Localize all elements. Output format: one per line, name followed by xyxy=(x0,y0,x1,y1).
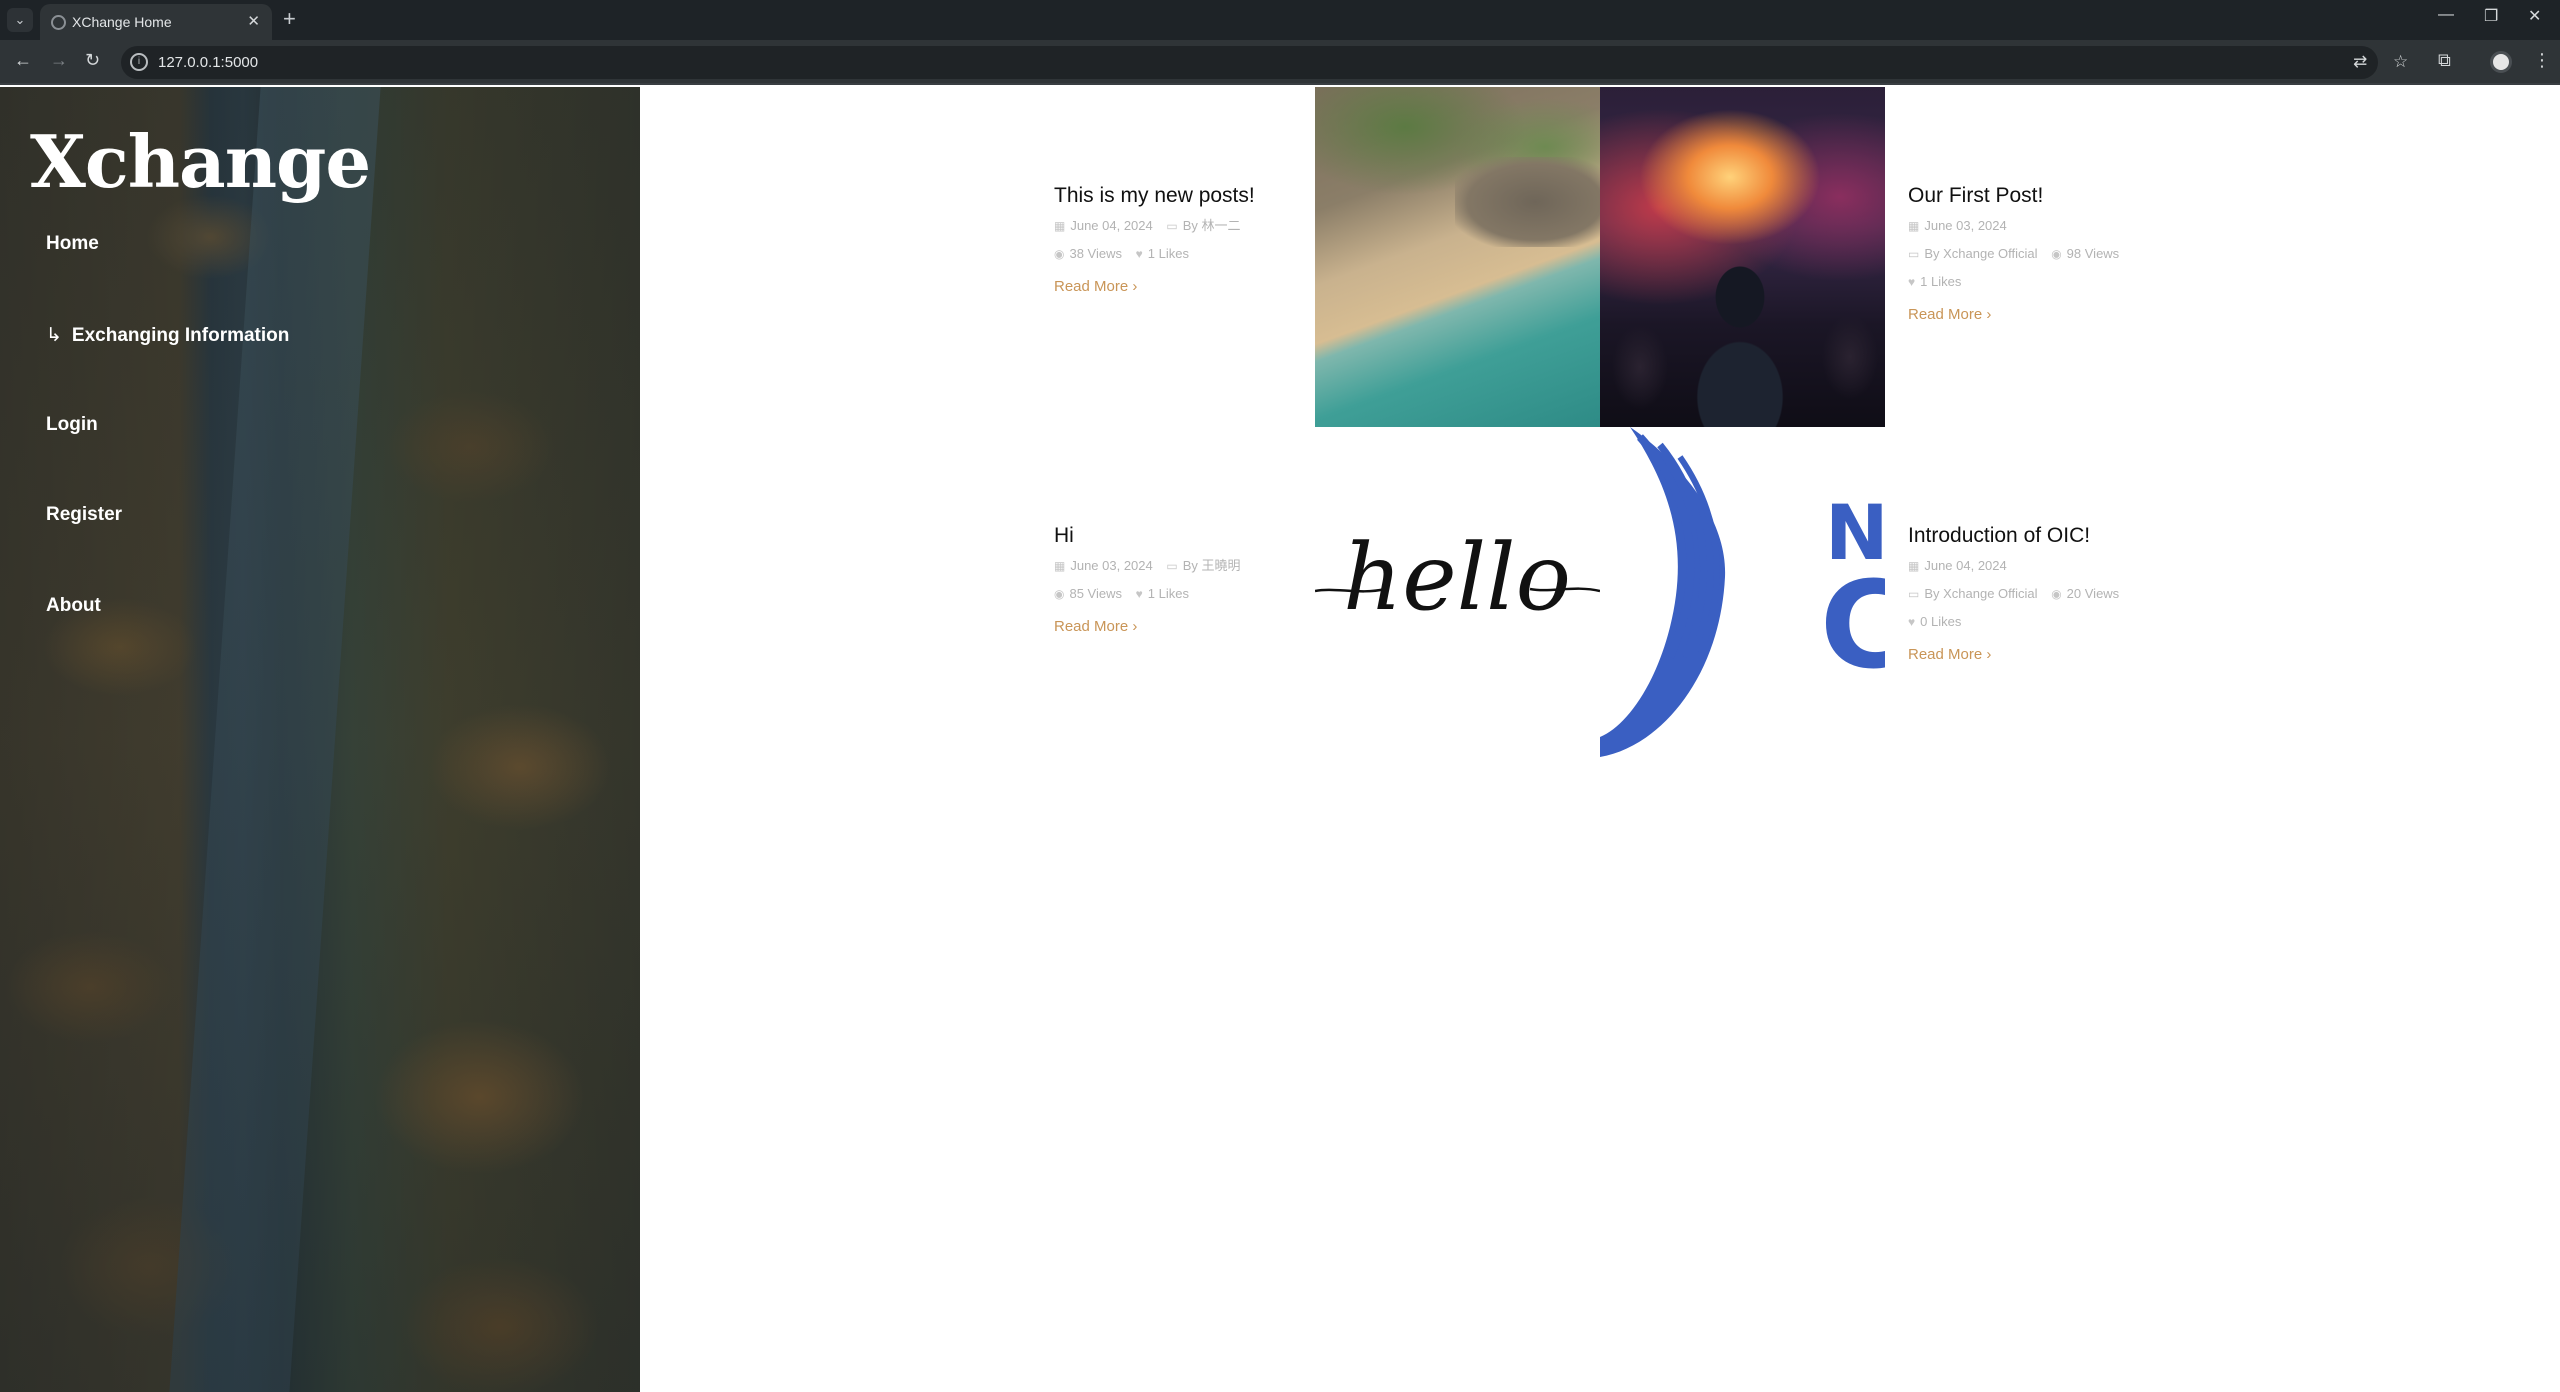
post-image-concert[interactable] xyxy=(1600,87,1885,427)
heart-icon: ♥ xyxy=(1908,615,1916,629)
read-more-link[interactable]: Read More › xyxy=(1054,278,1137,295)
post-title[interactable]: This is my new posts! xyxy=(1054,184,1304,208)
calendar-icon: ▦ xyxy=(1054,559,1066,573)
svg-text:C: C xyxy=(1820,557,1885,696)
brand-logo[interactable]: Xchange xyxy=(30,119,371,204)
close-window-icon[interactable]: ✕ xyxy=(2528,6,2541,26)
reload-icon[interactable]: ↻ xyxy=(85,50,100,71)
address-bar[interactable]: i 127.0.0.1:5000 ⇄ ☆ xyxy=(121,46,2408,79)
post-title[interactable]: Introduction of OIC! xyxy=(1908,524,2158,548)
post-image-oic-logo[interactable]: N C xyxy=(1600,427,1885,767)
eye-icon: ◉ xyxy=(1054,247,1065,261)
restore-icon[interactable]: ❐ xyxy=(2484,6,2498,26)
folder-icon: ▭ xyxy=(1166,219,1178,233)
subitem-arrow-icon: ↳ xyxy=(46,325,62,346)
nav-exchanging-information[interactable]: ↳ Exchanging Information xyxy=(46,324,289,347)
oic-logo: N C xyxy=(1600,427,1885,757)
calendar-icon: ▦ xyxy=(1908,559,1920,573)
folder-icon: ▭ xyxy=(1166,559,1178,573)
rocks-shape xyxy=(1455,157,1600,247)
nav-home[interactable]: Home xyxy=(46,233,99,255)
crowd-shape xyxy=(1600,257,1885,427)
extensions-icon[interactable]: ⧉ xyxy=(2438,50,2451,71)
read-more-link[interactable]: Read More › xyxy=(1908,306,1991,323)
post-meta: ▦ June 04, 2024 ▭ By Xchange Official ◉ 20 … xyxy=(1908,558,2120,629)
close-icon[interactable]: ✕ xyxy=(247,12,260,30)
back-icon[interactable]: ← xyxy=(14,50,32,71)
post-card: Hi ▦ June 03, 2024 ▭ By 王曉明 ◉ 85 Views ♥ 1 L… xyxy=(1054,524,1304,636)
browser-toolbar: ← → ↻ i 127.0.0.1:5000 ⇄ ☆ ⧉ ⋮ xyxy=(0,40,2560,85)
calendar-icon: ▦ xyxy=(1054,219,1066,233)
profile-avatar[interactable] xyxy=(2490,51,2512,73)
post-image-hello[interactable]: hello xyxy=(1315,427,1600,767)
url-text[interactable]: 127.0.0.1:5000 xyxy=(158,54,258,71)
eye-icon: ◉ xyxy=(1054,587,1065,601)
browser-tab-strip: ⌄ XChange Home ✕ + — ❐ ✕ xyxy=(0,0,2560,40)
browser-tab[interactable]: XChange Home ✕ xyxy=(40,4,272,40)
sidebar-background-image xyxy=(169,87,381,1392)
heart-icon: ♥ xyxy=(1135,247,1143,261)
new-tab-icon[interactable]: + xyxy=(283,6,296,32)
read-more-link[interactable]: Read More › xyxy=(1054,618,1137,635)
page-content: Xchange Home ↳ Exchanging Information Log… xyxy=(0,87,2560,1392)
post-card: Introduction of OIC! ▦ June 04, 2024 ▭ By … xyxy=(1908,524,2158,664)
post-meta: ▦ June 03, 2024 ▭ By Xchange Official ◉ 98 … xyxy=(1908,218,2120,289)
post-title[interactable]: Our First Post! xyxy=(1908,184,2158,208)
tab-title: XChange Home xyxy=(72,14,172,30)
translate-icon[interactable]: ⇄ xyxy=(2353,52,2367,72)
post-card: Our First Post! ▦ June 03, 2024 ▭ By Xchan… xyxy=(1908,184,2158,324)
read-more-link[interactable]: Read More › xyxy=(1908,646,1991,663)
nav-login[interactable]: Login xyxy=(46,414,98,436)
post-image-beach[interactable] xyxy=(1315,87,1600,427)
eye-icon: ◉ xyxy=(2051,587,2062,601)
tab-search-icon[interactable]: ⌄ xyxy=(7,8,33,32)
sidebar: Xchange Home ↳ Exchanging Information Log… xyxy=(0,87,640,1392)
minimize-icon[interactable]: — xyxy=(2438,6,2454,24)
folder-icon: ▭ xyxy=(1908,247,1920,261)
globe-icon xyxy=(51,15,66,30)
heart-icon: ♥ xyxy=(1135,587,1143,601)
nav-about[interactable]: About xyxy=(46,595,101,617)
site-info-icon[interactable]: i xyxy=(130,53,148,71)
nav-register[interactable]: Register xyxy=(46,504,122,526)
calendar-icon: ▦ xyxy=(1908,219,1920,233)
post-meta: ▦ June 03, 2024 ▭ By 王曉明 ◉ 85 Views ♥ 1 Like… xyxy=(1054,558,1241,601)
bookmark-star-icon[interactable]: ☆ xyxy=(2393,52,2408,72)
folder-icon: ▭ xyxy=(1908,587,1920,601)
hello-lettering: hello xyxy=(1315,524,1600,631)
post-meta: ▦ June 04, 2024 ▭ By 林一二 ◉ 38 Views ♥ 1 Like… xyxy=(1054,218,1241,261)
hello-text: hello xyxy=(1343,524,1571,631)
more-menu-icon[interactable]: ⋮ xyxy=(2533,50,2551,71)
post-card: This is my new posts! ▦ June 04, 2024 ▭ By… xyxy=(1054,184,1304,296)
heart-icon: ♥ xyxy=(1908,275,1916,289)
forward-icon[interactable]: → xyxy=(50,50,68,71)
eye-icon: ◉ xyxy=(2051,247,2062,261)
post-title[interactable]: Hi xyxy=(1054,524,1304,548)
